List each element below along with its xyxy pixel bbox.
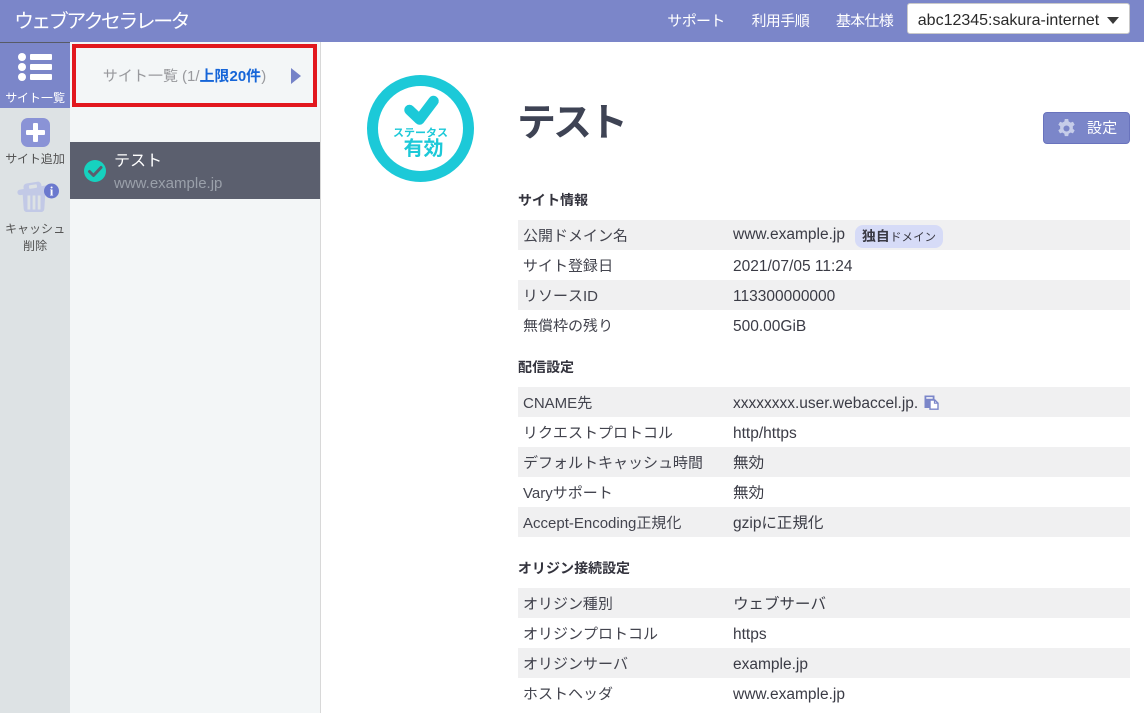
svg-text:有効: 有効 xyxy=(404,132,444,161)
svg-text:i: i xyxy=(50,184,54,199)
